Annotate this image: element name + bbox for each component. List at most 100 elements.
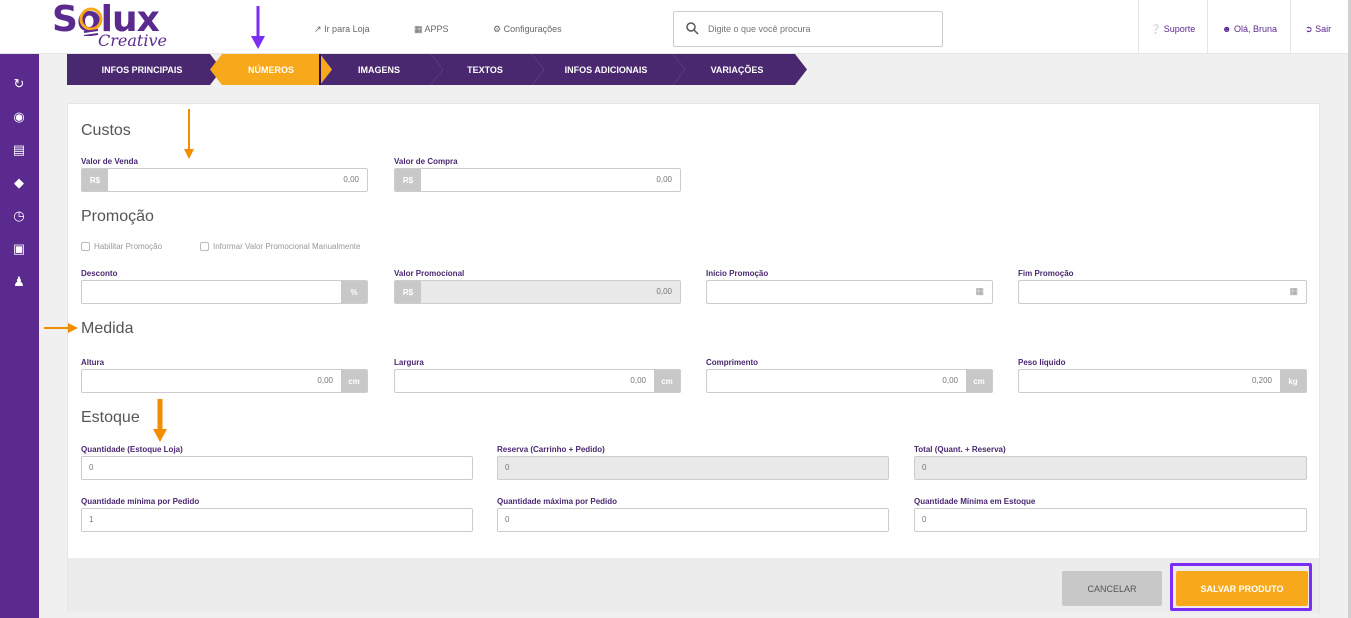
step-variacoes[interactable]: VARIAÇÕES	[673, 54, 801, 85]
question-icon: ❔	[1150, 24, 1162, 34]
checkbox-box[interactable]	[81, 242, 90, 251]
comprimento-value: 0,00	[942, 376, 958, 385]
altura-label: Altura	[81, 358, 105, 367]
user-icon: ☻	[1222, 24, 1232, 34]
step-label: IMAGENS	[357, 64, 400, 75]
user-menu[interactable]: ☻ Olá, Bruna	[1222, 24, 1277, 44]
valor-compra-field[interactable]: R$ 0,00	[394, 168, 681, 192]
currency-addon: R$	[82, 169, 108, 191]
divider	[1207, 0, 1208, 54]
comprimento-field[interactable]: 0,00 cm	[706, 369, 993, 393]
external-link-icon: ↗	[314, 24, 322, 34]
calendar-icon[interactable]: ▦	[1289, 286, 1298, 297]
min-estoque-label: Quantidade Mínima em Estoque	[914, 497, 1036, 506]
desconto-label: Desconto	[81, 269, 118, 278]
gear-icon: ⚙	[493, 24, 502, 34]
valor-venda-value: 0,00	[343, 175, 359, 184]
logout-link[interactable]: ➲ Sair	[1305, 24, 1331, 44]
calendar-icon[interactable]: ▦	[975, 286, 984, 297]
currency-addon: R$	[395, 281, 421, 303]
document-icon[interactable]: ▤	[9, 142, 29, 158]
max-pedido-label: Quantidade máxima por Pedido	[497, 497, 618, 506]
step-label: TEXTOS	[467, 64, 503, 75]
shopping-bag-icon[interactable]: ◉	[9, 109, 29, 125]
users-icon[interactable]: ♟	[9, 274, 29, 290]
nav-apps-label: APPS	[424, 24, 449, 34]
section-estoque-title: Estoque	[81, 409, 140, 426]
nav-configuracoes-label: Configurações	[503, 24, 562, 34]
top-bar: Solux Creative ↗ Ir para Loja ▦ APPS ⚙ C…	[0, 0, 1351, 54]
wizard-steps: INFOS PRINCIPAIS NÚMEROS IMAGENS TEXTOS …	[67, 54, 807, 85]
valor-promocional-field[interactable]: R$ 0,00	[394, 280, 681, 304]
total-field[interactable]: 0	[914, 456, 1307, 480]
min-estoque-field[interactable]: 0	[914, 508, 1307, 532]
step-label: INFOS ADICIONAIS	[564, 64, 648, 75]
largura-field[interactable]: 0,00 cm	[394, 369, 681, 393]
inicio-promocao-label: Início Promoção	[706, 269, 769, 278]
desconto-field[interactable]: %	[81, 280, 368, 304]
box-icon[interactable]: ▣	[9, 241, 29, 257]
habilitar-promocao-checkbox[interactable]: Habilitar Promoção	[81, 242, 162, 251]
step-label: NÚMEROS	[247, 64, 294, 75]
search-input[interactable]	[708, 20, 928, 38]
checkbox-box[interactable]	[200, 242, 209, 251]
total-value: 0	[922, 463, 927, 472]
valor-manual-checkbox[interactable]: Informar Valor Promocional Manualmente	[200, 242, 360, 251]
min-estoque-value: 0	[922, 515, 927, 524]
cancel-button[interactable]: CANCELAR	[1062, 571, 1162, 606]
reserva-value: 0	[505, 463, 510, 472]
percent-addon: %	[341, 281, 367, 303]
peso-liquido-field[interactable]: 0,200 kg	[1018, 369, 1307, 393]
currency-addon: R$	[395, 169, 421, 191]
largura-value: 0,00	[630, 376, 646, 385]
altura-field[interactable]: 0,00 cm	[81, 369, 368, 393]
divider	[1138, 0, 1139, 54]
grid-icon: ▦	[414, 24, 423, 34]
step-infos-adicionais[interactable]: INFOS ADICIONAIS	[532, 54, 680, 85]
logo-bulb-icon	[79, 7, 103, 36]
divider	[1290, 0, 1291, 54]
inicio-promocao-field[interactable]: ▦	[706, 280, 993, 304]
nav-configuracoes[interactable]: ⚙ Configurações	[493, 24, 562, 35]
cm-addon: cm	[966, 370, 992, 392]
step-textos[interactable]: TEXTOS	[431, 54, 539, 85]
step-numeros[interactable]: NÚMEROS	[222, 54, 320, 85]
min-pedido-field[interactable]: 1	[81, 508, 473, 532]
product-form-card: Custos Valor de Venda R$ 0,00 Valor de C…	[67, 103, 1320, 613]
step-label: INFOS PRINCIPAIS	[101, 64, 183, 75]
cart-icon[interactable]: ◷	[9, 208, 29, 224]
search-icon	[686, 22, 699, 38]
orange-arrow-icon	[44, 323, 78, 333]
nav-apps[interactable]: ▦ APPS	[414, 24, 449, 35]
peso-liquido-value: 0,200	[1251, 376, 1272, 385]
valor-venda-field[interactable]: R$ 0,00	[81, 168, 368, 192]
peso-liquido-label: Peso líquido	[1018, 358, 1066, 367]
orange-arrow-icon	[184, 109, 194, 159]
reserva-field[interactable]: 0	[497, 456, 889, 480]
dashboard-icon[interactable]: ↻	[9, 76, 29, 92]
largura-label: Largura	[394, 358, 424, 367]
nav-ir-para-loja[interactable]: ↗ Ir para Loja	[314, 24, 370, 35]
support-link[interactable]: ❔ Suporte	[1150, 24, 1195, 44]
cancel-label: CANCELAR	[1087, 583, 1137, 594]
max-pedido-field[interactable]: 0	[497, 508, 889, 532]
tag-icon[interactable]: ◆	[9, 175, 29, 191]
step-imagens[interactable]: IMAGENS	[320, 54, 438, 85]
logo[interactable]: Solux Creative	[48, 2, 198, 52]
section-promocao-title: Promoção	[81, 208, 154, 225]
quantidade-field[interactable]: 0	[81, 456, 473, 480]
kg-addon: kg	[1280, 370, 1306, 392]
quantidade-label: Quantidade (Estoque Loja)	[81, 445, 183, 454]
section-custos-title: Custos	[81, 122, 131, 139]
orange-arrow-icon	[153, 399, 167, 442]
search-box[interactable]	[673, 11, 943, 47]
logo-sub-text: Creative	[98, 31, 167, 50]
step-infos-principais[interactable]: INFOS PRINCIPAIS	[67, 54, 217, 85]
logout-icon: ➲	[1305, 24, 1313, 34]
cm-addon: cm	[341, 370, 367, 392]
total-label: Total (Quant. + Reserva)	[914, 445, 1006, 454]
step-label: VARIAÇÕES	[710, 64, 764, 75]
valor-venda-label: Valor de Venda	[81, 157, 138, 166]
fim-promocao-field[interactable]: ▦	[1018, 280, 1307, 304]
valor-manual-label: Informar Valor Promocional Manualmente	[213, 242, 361, 251]
